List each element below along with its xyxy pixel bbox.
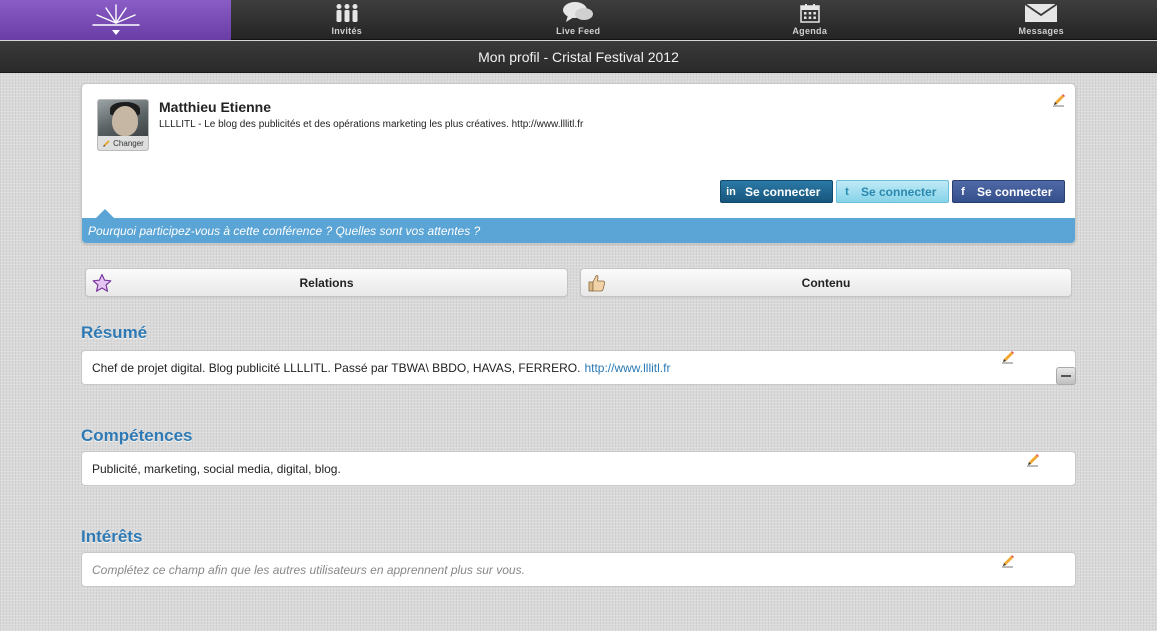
edit-resume-pencil-icon[interactable] <box>1001 350 1015 364</box>
twitter-connect-button[interactable]: t Se connecter <box>836 180 949 203</box>
calendar-icon <box>800 4 820 23</box>
nav-item-agenda[interactable]: Agenda <box>694 0 926 40</box>
interets-box[interactable]: Complétez ce champ afin que les autres u… <box>81 552 1076 587</box>
competences-box[interactable]: Publicité, marketing, social media, digi… <box>81 451 1076 486</box>
resume-text: Chef de projet digital. Blog publicité L… <box>92 360 581 375</box>
tab-relations[interactable]: Relations <box>85 268 568 297</box>
page-title: Mon profil - Cristal Festival 2012 <box>478 48 679 65</box>
minus-icon <box>1061 375 1071 377</box>
question-arrow <box>96 209 114 218</box>
nav-label: Messages <box>1018 26 1064 36</box>
nav-item-messages[interactable]: Messages <box>926 0 1157 40</box>
resume-box[interactable]: Chef de projet digital. Blog publicité L… <box>81 350 1076 385</box>
page-title-bar: Mon profil - Cristal Festival 2012 <box>0 41 1157 73</box>
interets-section-title: Intérêts <box>81 527 143 546</box>
tab-contenu[interactable]: Contenu <box>580 268 1072 297</box>
edit-competences-pencil-icon[interactable] <box>1026 453 1040 467</box>
people-icon <box>336 4 358 22</box>
edit-interets-pencil-icon[interactable] <box>1001 554 1015 568</box>
tab-contenu-label: Contenu <box>801 275 851 290</box>
nav-label: Agenda <box>792 26 828 36</box>
competences-text: Publicité, marketing, social media, digi… <box>92 461 341 476</box>
top-navbar: Invités Live Feed Agenda Messages <box>0 0 1157 40</box>
competences-section-title: Compétences <box>81 426 193 445</box>
linkedin-connect-button[interactable]: in Se connecter <box>720 180 833 203</box>
chat-bubbles-icon <box>563 2 594 22</box>
resume-link[interactable]: http://www.lllitl.fr <box>584 361 670 375</box>
crystal-logo-icon <box>91 4 140 35</box>
twitter-connect-label: Se connecter <box>861 184 937 199</box>
tab-relations-label: Relations <box>299 275 354 290</box>
star-icon <box>92 273 112 292</box>
collapse-resume-button[interactable] <box>1056 367 1076 385</box>
linkedin-icon: in <box>726 185 736 198</box>
resume-section-title: Résumé <box>81 323 148 342</box>
twitter-icon: t <box>845 185 849 198</box>
nav-item-invites[interactable]: Invités <box>231 0 463 40</box>
facebook-icon: f <box>961 185 965 198</box>
nav-label: Invités <box>331 26 363 36</box>
profile-bio: LLLLITL - Le blog des publicités et des … <box>159 119 584 130</box>
avatar[interactable]: Changer <box>97 99 149 151</box>
interets-placeholder: Complétez ce champ afin que les autres u… <box>92 562 525 577</box>
nav-item-live-feed[interactable]: Live Feed <box>463 0 695 40</box>
question-bar[interactable]: Pourquoi participez-vous à cette confére… <box>82 218 1075 243</box>
facebook-connect-label: Se connecter <box>977 184 1053 199</box>
profile-card: Changer Matthieu Etienne LLLLITL - Le bl… <box>81 83 1076 244</box>
profile-name: Matthieu Etienne <box>159 99 272 115</box>
avatar-change-label: Changer <box>113 138 144 148</box>
linkedin-connect-label: Se connecter <box>745 184 821 199</box>
envelope-icon <box>1024 3 1058 22</box>
pencil-icon <box>103 139 110 147</box>
avatar-face <box>112 106 138 136</box>
nav-label: Live Feed <box>556 26 601 36</box>
thumbs-up-icon <box>588 275 605 292</box>
nav-home-button[interactable] <box>0 0 231 40</box>
edit-profile-pencil-icon[interactable] <box>1052 93 1066 107</box>
facebook-connect-button[interactable]: f Se connecter <box>952 180 1065 203</box>
question-text: Pourquoi participez-vous à cette confére… <box>88 223 481 238</box>
avatar-change-button[interactable]: Changer <box>98 136 148 150</box>
